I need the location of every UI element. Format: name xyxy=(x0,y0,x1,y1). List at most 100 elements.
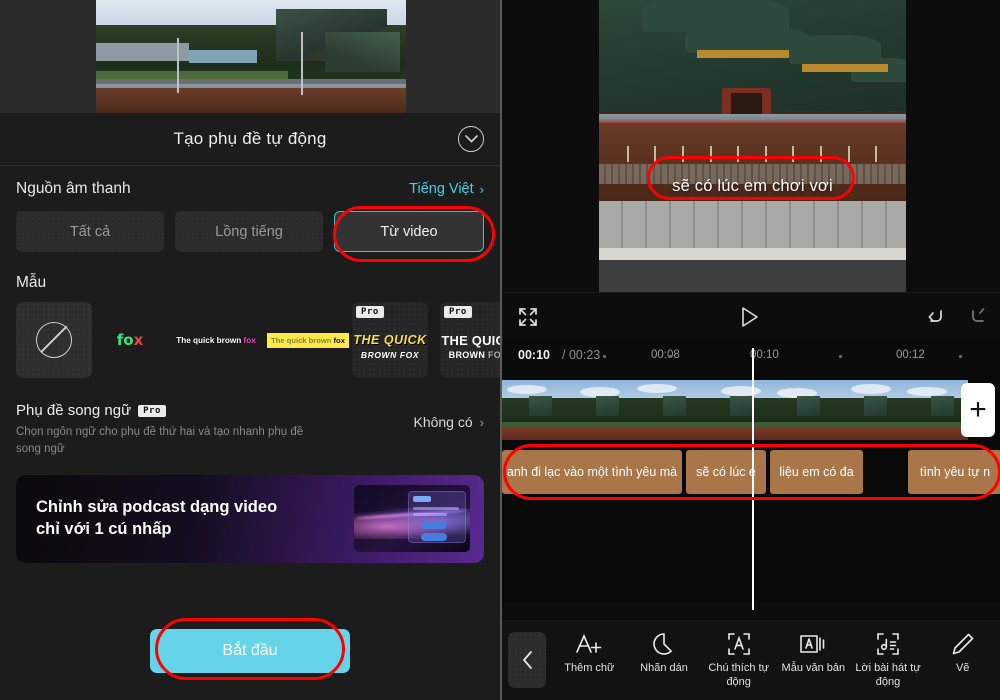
video-thumbnail[interactable] xyxy=(767,380,835,440)
timeline: + anh đi lạc vào một tình yêu mà sẽ có l… xyxy=(500,370,1000,602)
promo-line2: chỉ với 1 cú nhấp xyxy=(36,520,172,539)
right-panel-editor: sẽ có lúc em chơi vơi 00:10 / 00:23 00:0… xyxy=(500,0,1000,700)
playhead[interactable] xyxy=(752,348,754,610)
subtitle-clip[interactable]: liệu em có đa xyxy=(770,450,863,494)
panel-body: Nguồn âm thanh Tiếng Việt › Tất cả Lồng … xyxy=(0,166,500,564)
subtitle-track: anh đi lạc vào một tình yêu mà sẽ có lúc… xyxy=(500,450,1000,494)
preview-subtitle-overlay[interactable]: sẽ có lúc em chơi vơi xyxy=(599,177,906,196)
toolbar-draw[interactable]: Vẽ xyxy=(925,631,1000,676)
toolbar-label: Nhãn dán xyxy=(640,661,688,674)
panel-divider xyxy=(500,0,502,700)
template-line2: BROWN FOX xyxy=(360,349,420,360)
video-thumbnail[interactable] xyxy=(633,380,701,440)
page-title: Tạo phụ đề tự động xyxy=(173,129,327,148)
audio-source-label: Nguồn âm thanh xyxy=(16,180,131,197)
promo-text: Chỉnh sửa podcast dạng video chỉ với 1 c… xyxy=(36,497,277,541)
undo-icon[interactable] xyxy=(926,308,946,326)
bilingual-value: Không có xyxy=(413,414,473,430)
video-track[interactable] xyxy=(500,380,968,440)
video-preview: sẽ có lúc em chơi vơi xyxy=(500,0,1000,292)
play-controls-center xyxy=(500,306,1000,328)
toolbar-auto-caption[interactable]: Chú thích tự động xyxy=(701,631,776,690)
total-time: / 00:23 xyxy=(562,348,601,362)
language-selector[interactable]: Tiếng Việt › xyxy=(409,181,484,197)
template-quick-yellow-label: THE QUICK BROWN FOX xyxy=(353,333,426,360)
subtitle-clip[interactable]: tình yêu tự n xyxy=(908,450,1000,494)
template-fox-green[interactable]: fox xyxy=(92,302,168,378)
language-value: Tiếng Việt xyxy=(409,181,474,197)
option-from-video[interactable]: Từ video xyxy=(334,211,484,252)
toolbar-items: Thêm chữ Nhãn dán Chú thích tự động Mẫu … xyxy=(546,631,1000,690)
toolbar-label: Mẫu văn bản xyxy=(781,661,846,674)
chevron-right-icon: › xyxy=(479,181,484,197)
chevron-left-icon[interactable] xyxy=(508,632,546,688)
tick-label: 00:10 xyxy=(750,349,779,361)
template-pink-outline[interactable]: The quick brown fox xyxy=(168,302,264,378)
promo-card xyxy=(408,491,466,544)
video-thumbnail[interactable] xyxy=(566,380,634,440)
auto-lyrics-icon xyxy=(876,631,900,657)
template-yellow-highlight[interactable]: The quick brown fox xyxy=(264,302,352,378)
templates-title: Mẫu xyxy=(16,274,47,291)
bottom-toolbar: Thêm chữ Nhãn dán Chú thích tự động Mẫu … xyxy=(500,620,1000,700)
audio-source-row: Nguồn âm thanh Tiếng Việt › xyxy=(16,180,484,198)
video-thumbnail[interactable] xyxy=(700,380,768,440)
option-voiceover[interactable]: Lồng tiếng xyxy=(175,211,323,252)
video-thumbnail[interactable] xyxy=(834,380,902,440)
left-video-preview xyxy=(0,0,500,113)
timeline-ruler[interactable]: 00:10 / 00:23 00:08 00:10 00:12 xyxy=(500,340,1000,370)
sticker-icon xyxy=(652,631,676,657)
promo-thumbnail xyxy=(354,485,470,553)
template-the-quick-white[interactable]: Pro THE QUICK BROWN FOX xyxy=(440,302,500,378)
pro-badge: Pro xyxy=(444,306,472,318)
bilingual-subtitle-row[interactable]: Phụ đề song ngữ Pro Chọn ngôn ngữ cho ph… xyxy=(16,402,484,457)
promo-line1: Chỉnh sửa podcast dạng video xyxy=(36,498,278,517)
template-quick-white-label: THE QUICK BROWN FOX xyxy=(441,333,500,360)
add-clip-button[interactable]: + xyxy=(961,383,995,437)
redo-icon[interactable] xyxy=(968,307,988,326)
subtitle-clip[interactable]: anh đi lạc vào một tình yêu mà xyxy=(502,450,682,494)
video-frame[interactable]: sẽ có lúc em chơi vơi xyxy=(599,0,906,292)
current-time: 00:10 xyxy=(518,348,550,362)
template-the-quick-yellow[interactable]: Pro THE QUICK BROWN FOX xyxy=(352,302,428,378)
add-text-icon xyxy=(574,631,604,657)
panel-header: Tạo phụ đề tự động xyxy=(0,113,500,166)
toolbar-label: Thêm chữ xyxy=(564,661,615,674)
player-controls xyxy=(500,292,1000,340)
toolbar-text-template[interactable]: Mẫu văn bản xyxy=(776,631,851,676)
chevron-down-circle-icon[interactable] xyxy=(458,126,484,152)
template-list: fox The quick brown fox The quick brown … xyxy=(16,302,500,380)
bilingual-title-row: Phụ đề song ngữ Pro xyxy=(16,402,316,419)
bilingual-value-selector[interactable]: Không có › xyxy=(413,402,484,430)
text-template-icon xyxy=(799,631,827,657)
video-thumbnail[interactable] xyxy=(901,380,968,440)
app-screen: Tạo phụ đề tự động Nguồn âm thanh Tiếng … xyxy=(0,0,1000,700)
subtitle-clip[interactable]: sẽ có lúc e xyxy=(686,450,766,494)
bilingual-text: Phụ đề song ngữ Pro Chọn ngôn ngữ cho ph… xyxy=(16,402,316,457)
start-button[interactable]: Bắt đầu xyxy=(150,629,350,673)
video-thumbnail[interactable] xyxy=(500,380,567,440)
play-icon[interactable] xyxy=(740,306,760,328)
template-none[interactable] xyxy=(16,302,92,378)
start-button-wrap: Bắt đầu xyxy=(0,629,500,673)
tick-label: 00:08 xyxy=(651,349,680,361)
chevron-right-icon: › xyxy=(479,414,484,430)
toolbar-sticker[interactable]: Nhãn dán xyxy=(627,631,702,676)
no-style-icon xyxy=(36,322,72,358)
template-line1: THE QUICK xyxy=(353,332,427,347)
pro-badge: Pro xyxy=(138,404,166,417)
left-panel-auto-caption: Tạo phụ đề tự động Nguồn âm thanh Tiếng … xyxy=(0,0,500,700)
auto-caption-icon xyxy=(727,631,751,657)
pro-badge: Pro xyxy=(356,306,384,318)
toolbar-add-text[interactable]: Thêm chữ xyxy=(552,631,627,676)
podcast-promo-banner[interactable]: Chỉnh sửa podcast dạng video chỉ với 1 c… xyxy=(16,475,484,564)
draw-icon xyxy=(951,631,975,657)
history-controls xyxy=(926,307,988,326)
template-line1: THE QUICK xyxy=(441,332,500,348)
left-video-frame xyxy=(96,0,406,113)
template-line2: BROWN FOX xyxy=(448,349,500,360)
toolbar-label: Lời bài hát tự động xyxy=(855,661,921,688)
toolbar-label: Chú thích tự động xyxy=(708,661,769,688)
option-all[interactable]: Tất cả xyxy=(16,211,164,252)
toolbar-auto-lyrics[interactable]: Lời bài hát tự động xyxy=(851,631,926,690)
